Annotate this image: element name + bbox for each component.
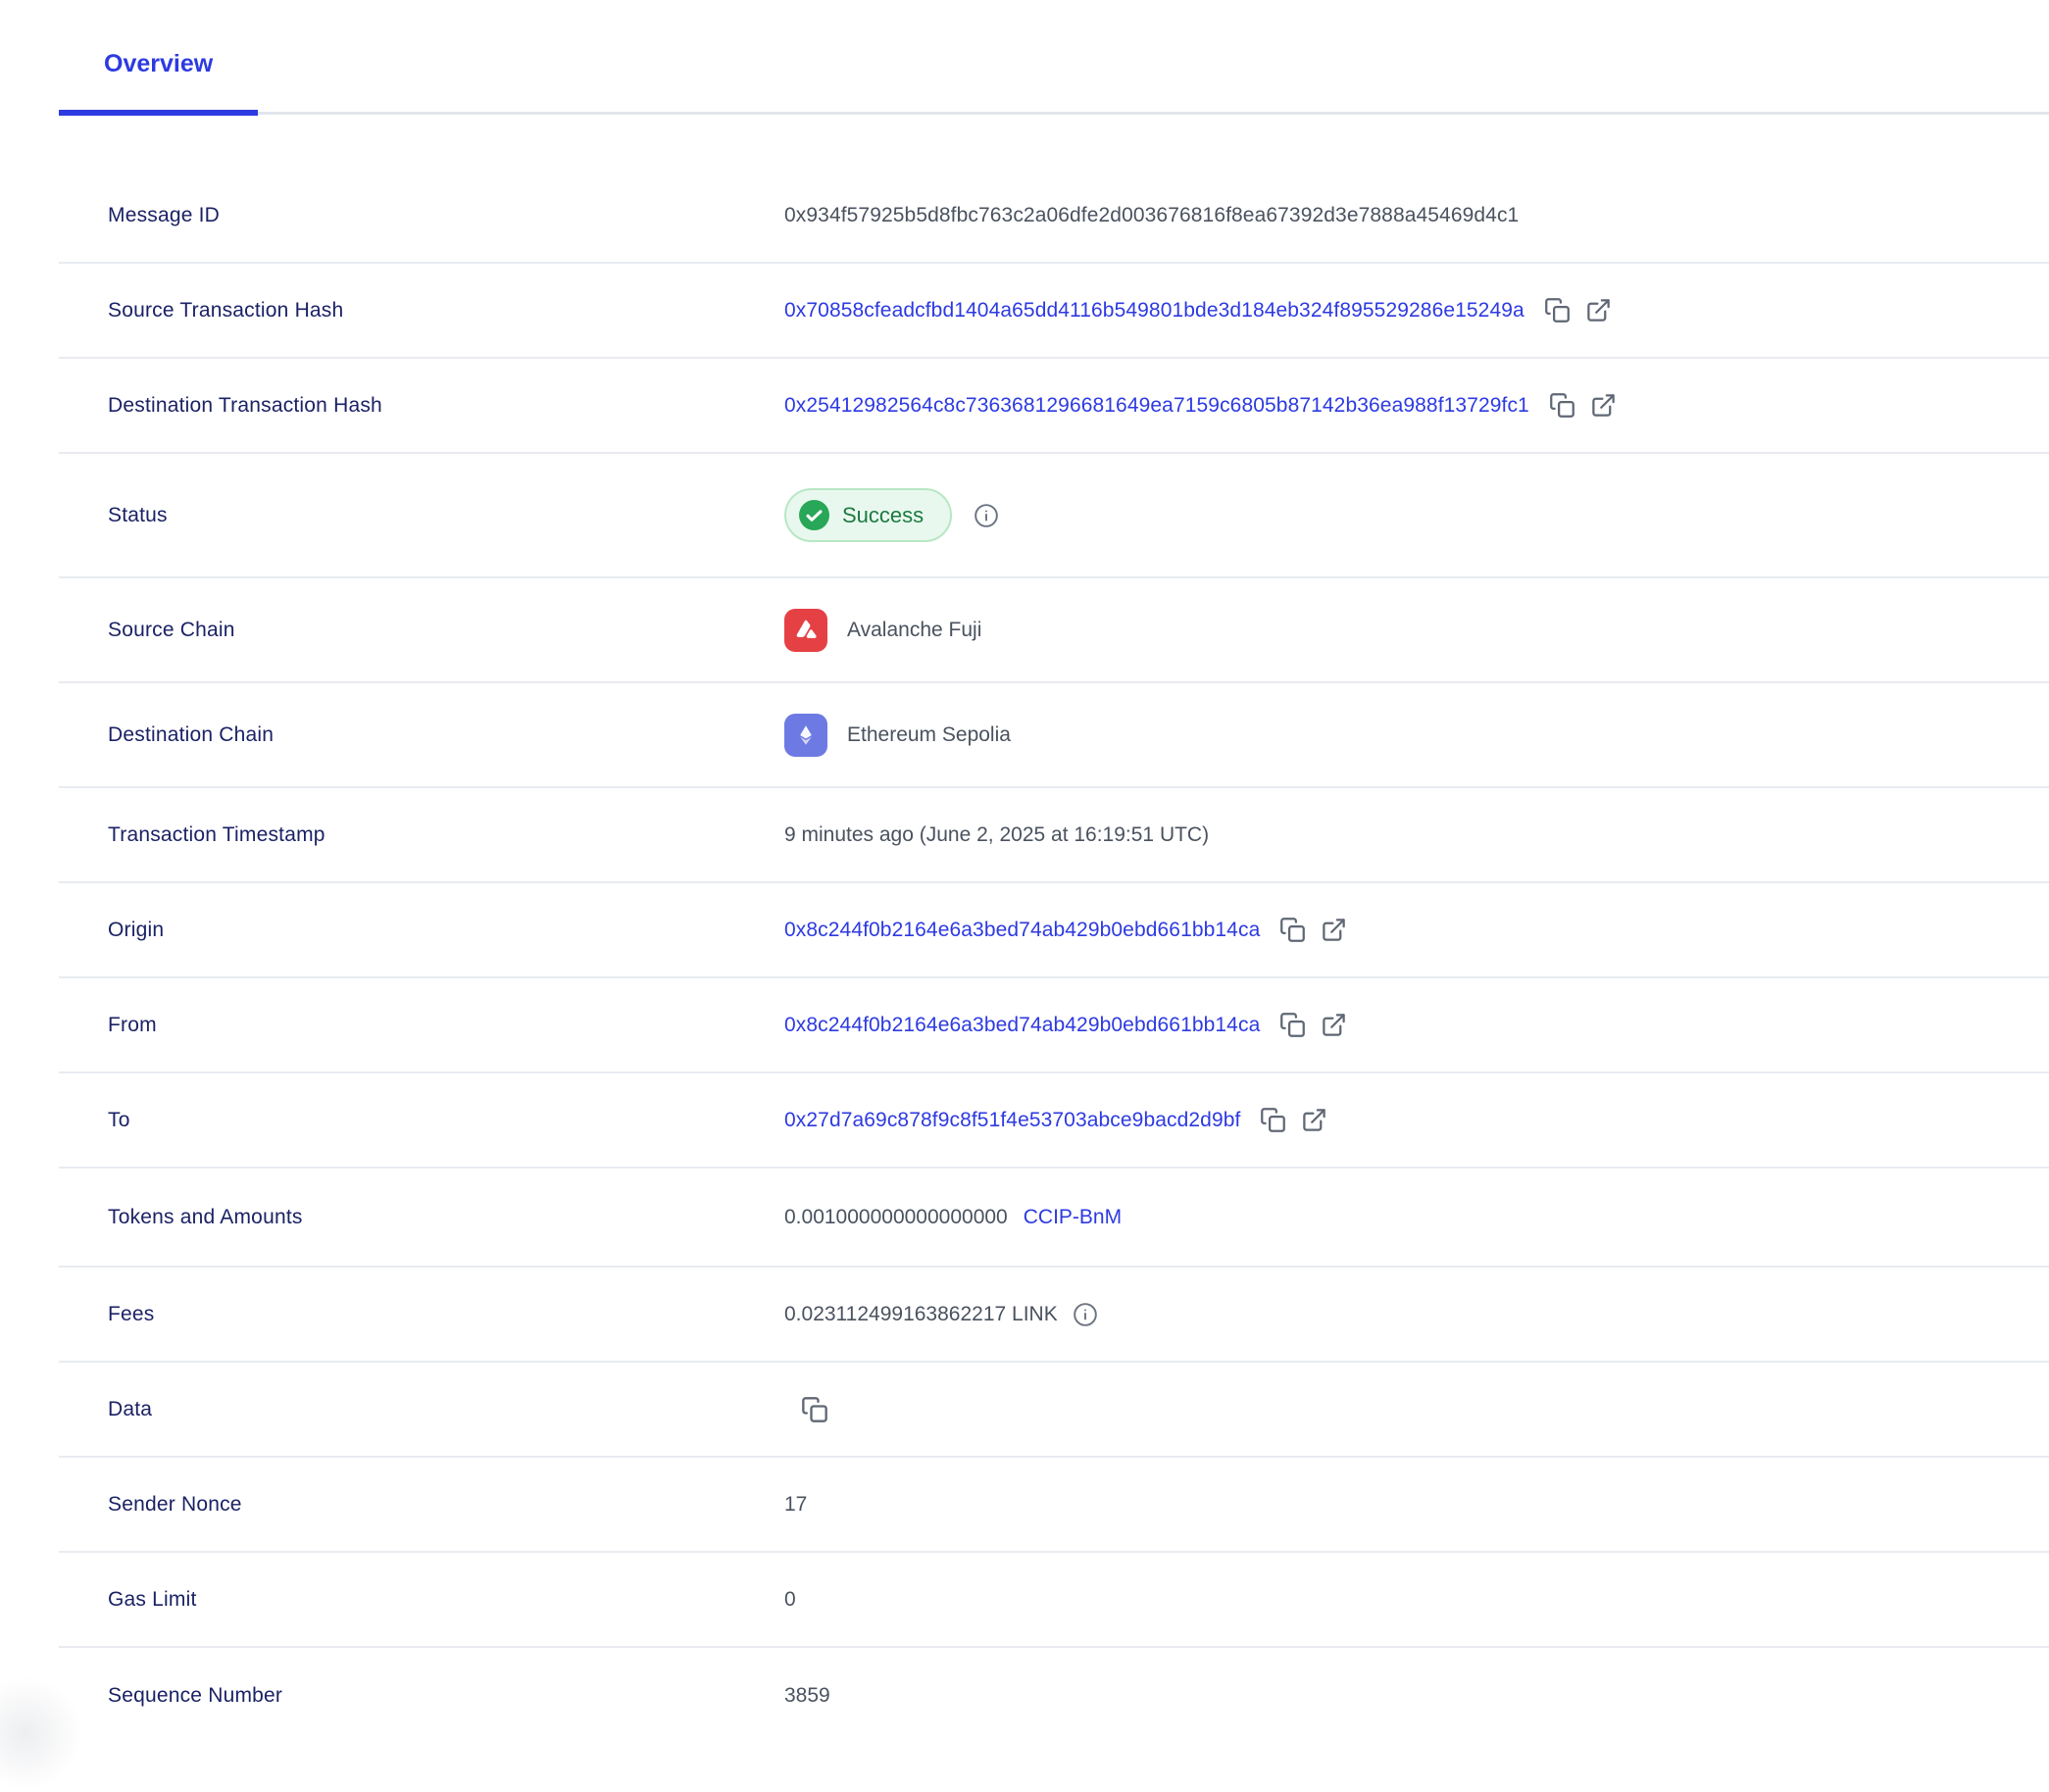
sender-nonce-value: 17 — [784, 1493, 807, 1517]
source-tx-hash-label: Source Transaction Hash — [59, 299, 784, 323]
info-icon[interactable] — [974, 503, 999, 528]
table-row: Message ID 0x934f57925b5d8fbc763c2a06dfe… — [59, 169, 2049, 264]
status-badge-text: Success — [842, 503, 924, 528]
token-symbol-link[interactable]: CCIP-BnM — [1024, 1206, 1122, 1229]
copy-icon[interactable] — [1260, 1107, 1286, 1133]
ethereum-chain-icon — [784, 714, 827, 757]
fees-label: Fees — [59, 1303, 784, 1326]
copy-icon[interactable] — [801, 1396, 828, 1423]
avalanche-chain-icon — [784, 609, 827, 652]
message-id-label: Message ID — [59, 204, 784, 227]
table-row: Tokens and Amounts 0.001000000000000000 … — [59, 1169, 2049, 1268]
table-row: From 0x8c244f0b2164e6a3bed74ab429b0ebd66… — [59, 978, 2049, 1073]
table-row: Destination Transaction Hash 0x254129825… — [59, 359, 2049, 454]
tab-bar: Overview — [59, 49, 2049, 115]
gas-limit-value: 0 — [784, 1588, 796, 1612]
sequence-number-label: Sequence Number — [59, 1684, 784, 1708]
destination-chain-label: Destination Chain — [59, 723, 784, 747]
table-row: Gas Limit 0 — [59, 1553, 2049, 1648]
from-address-link[interactable]: 0x8c244f0b2164e6a3bed74ab429b0ebd661bb14… — [784, 1014, 1260, 1037]
table-row: Sequence Number 3859 — [59, 1648, 2049, 1743]
to-address-link[interactable]: 0x27d7a69c878f9c8f51f4e53703abce9bacd2d9… — [784, 1109, 1240, 1132]
tokens-and-amounts-label: Tokens and Amounts — [59, 1206, 784, 1229]
source-chain-name: Avalanche Fuji — [847, 619, 981, 642]
table-row: Transaction Timestamp 9 minutes ago (Jun… — [59, 788, 2049, 883]
external-link-icon[interactable] — [1585, 297, 1612, 324]
info-icon[interactable] — [1073, 1302, 1098, 1327]
external-link-icon[interactable] — [1321, 1012, 1347, 1038]
destination-tx-hash-label: Destination Transaction Hash — [59, 394, 784, 418]
gas-limit-label: Gas Limit — [59, 1588, 784, 1612]
origin-address-link[interactable]: 0x8c244f0b2164e6a3bed74ab429b0ebd661bb14… — [784, 919, 1260, 942]
status-label: Status — [59, 504, 784, 527]
table-row: Fees 0.023112499163862217 LINK — [59, 1268, 2049, 1363]
external-link-icon[interactable] — [1301, 1107, 1327, 1133]
table-row: Source Transaction Hash 0x70858cfeadcfbd… — [59, 264, 2049, 359]
tab-overview[interactable]: Overview — [59, 49, 258, 116]
copy-icon[interactable] — [1549, 392, 1575, 419]
from-label: From — [59, 1014, 784, 1037]
table-row: Origin 0x8c244f0b2164e6a3bed74ab429b0ebd… — [59, 883, 2049, 978]
transaction-timestamp-value: 9 minutes ago (June 2, 2025 at 16:19:51 … — [784, 823, 1209, 847]
check-circle-icon — [799, 500, 829, 530]
to-label: To — [59, 1109, 784, 1132]
transaction-details-table: Message ID 0x934f57925b5d8fbc763c2a06dfe… — [59, 169, 2049, 1743]
table-row: Source Chain Avalanche Fuji — [59, 578, 2049, 683]
copy-icon[interactable] — [1544, 297, 1571, 324]
destination-chain-name: Ethereum Sepolia — [847, 723, 1011, 747]
table-row: Status Success — [59, 454, 2049, 578]
fees-value: 0.023112499163862217 LINK — [784, 1303, 1058, 1326]
status-badge: Success — [784, 488, 952, 542]
external-link-icon[interactable] — [1321, 917, 1347, 943]
data-label: Data — [59, 1398, 784, 1421]
table-row: Sender Nonce 17 — [59, 1458, 2049, 1553]
external-link-icon[interactable] — [1590, 392, 1617, 419]
table-row: To 0x27d7a69c878f9c8f51f4e53703abce9bacd… — [59, 1073, 2049, 1169]
copy-icon[interactable] — [1279, 917, 1306, 943]
copy-icon[interactable] — [1279, 1012, 1306, 1038]
source-tx-hash-link[interactable]: 0x70858cfeadcfbd1404a65dd4116b549801bde3… — [784, 299, 1524, 323]
destination-tx-hash-link[interactable]: 0x25412982564c8c7363681296681649ea7159c6… — [784, 394, 1529, 418]
sender-nonce-label: Sender Nonce — [59, 1493, 784, 1517]
transaction-overview-page: Overview Message ID 0x934f57925b5d8fbc76… — [0, 0, 2049, 1759]
table-row: Destination Chain Ethereum Sepolia — [59, 683, 2049, 788]
source-chain-label: Source Chain — [59, 619, 784, 642]
message-id-value: 0x934f57925b5d8fbc763c2a06dfe2d003676816… — [784, 204, 1519, 227]
transaction-timestamp-label: Transaction Timestamp — [59, 823, 784, 847]
sequence-number-value: 3859 — [784, 1684, 830, 1708]
origin-label: Origin — [59, 919, 784, 942]
token-amount-value: 0.001000000000000000 — [784, 1206, 1008, 1229]
table-row: Data — [59, 1363, 2049, 1458]
